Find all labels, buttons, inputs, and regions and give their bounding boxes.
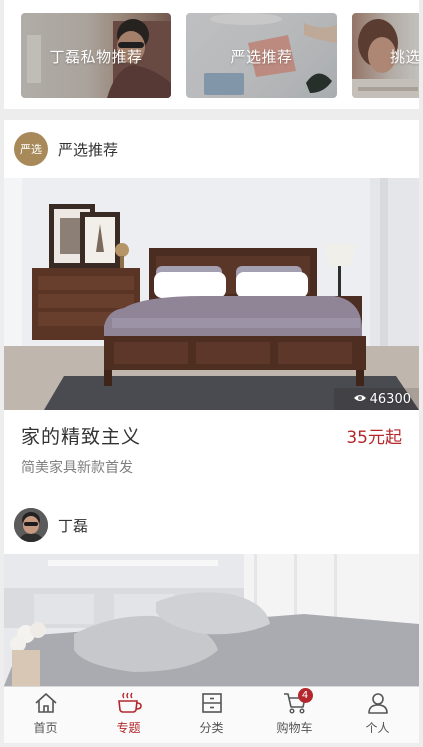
avatar-text: 严选 (20, 143, 42, 156)
profile-icon (365, 690, 391, 716)
bedroom-photo (4, 178, 419, 410)
post-title[interactable]: 家的精致主义 (21, 422, 141, 449)
tab-category[interactable]: 分类 (170, 687, 253, 743)
view-count: 46300 (353, 392, 411, 407)
topic-card-third[interactable]: 挑选 (352, 13, 419, 98)
post-price: 35元起 (346, 428, 402, 448)
topic-card-yanxuan-picks[interactable]: 严选推荐 (186, 13, 337, 98)
tab-topics[interactable]: 专题 (87, 687, 170, 743)
tab-label: 首页 (33, 721, 58, 735)
category-icon (199, 690, 225, 716)
bottom-tab-bar: 首页 专题 分类 4 购物车 个人 (4, 686, 419, 743)
post-author[interactable]: 严选 严选推荐 (14, 132, 118, 166)
topic-carousel: 丁磊私物推荐 严选推荐 挑选 (4, 0, 419, 109)
person-avatar-icon (14, 508, 48, 542)
topic-card-label: 挑选 (390, 48, 419, 66)
bedding-photo (4, 554, 419, 686)
tab-label: 专题 (116, 721, 141, 735)
topic-card-label: 严选推荐 (230, 48, 293, 66)
author-name: 丁磊 (58, 516, 89, 535)
post-author[interactable]: 丁磊 (14, 508, 88, 542)
author-name: 严选推荐 (58, 140, 119, 159)
topic-card-ding-lei-picks[interactable]: 丁磊私物推荐 (21, 13, 171, 98)
tab-cart[interactable]: 4 购物车 (253, 687, 336, 743)
view-count-value: 46300 (369, 392, 411, 407)
tab-profile[interactable]: 个人 (336, 687, 419, 743)
home-icon (33, 690, 59, 716)
tab-home[interactable]: 首页 (4, 687, 87, 743)
tab-label: 购物车 (276, 721, 313, 735)
avatar: 严选 (14, 132, 48, 166)
post-photo[interactable]: 46300 (4, 178, 419, 410)
topic-card-label: 丁磊私物推荐 (49, 48, 143, 66)
post-card[interactable]: 严选 严选推荐 46300 家的精致主义 35元起 简美家具新款首发 (4, 120, 419, 500)
tab-label: 个人 (365, 721, 390, 735)
avatar (14, 508, 48, 542)
tab-label: 分类 (199, 721, 224, 735)
post-photo[interactable] (4, 554, 419, 686)
post-card[interactable]: 丁磊 (4, 500, 419, 686)
post-description: 简美家具新款首发 (21, 460, 133, 476)
cart-badge: 4 (297, 688, 313, 703)
eye-icon (353, 392, 367, 407)
cup-icon (116, 690, 142, 716)
